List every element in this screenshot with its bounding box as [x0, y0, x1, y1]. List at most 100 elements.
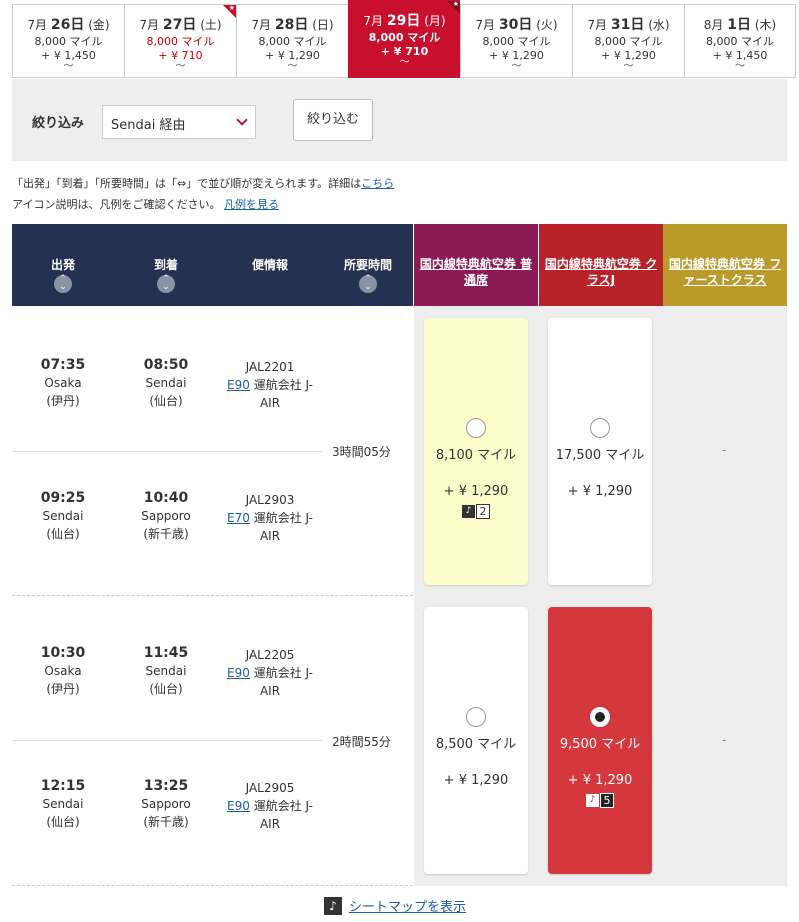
via-select[interactable]: Sendai 経由 [102, 105, 256, 139]
fare-card-economy[interactable]: 8,100 マイル + ¥ 1,290 ♪ 2 [424, 318, 528, 585]
date-day: 27日 [162, 17, 197, 33]
date-month: 7月 [251, 18, 272, 32]
fare-card-economy[interactable]: 8,500 マイル + ¥ 1,290 [424, 607, 528, 874]
duration-header: 所要時間 [343, 258, 392, 272]
first-class-unavailable: - [722, 443, 727, 457]
chevron-down-icon [236, 114, 248, 126]
flight-number: JAL2903 [245, 493, 295, 507]
fare-options: 8,100 マイル + ¥ 1,290 ♪ 2 17,500 マイル + ¥ 1,… [414, 306, 787, 596]
sort-duration-icon[interactable]: ⌃ ⌄ [359, 275, 377, 293]
date-tab[interactable]: 7月 30日 (火) 8,000 マイル + ¥ 1,290 ～ [460, 4, 572, 78]
arrival-airport: (仙台) [149, 394, 183, 408]
date-day: 1日 [727, 17, 751, 33]
date-month: 7月 [139, 18, 160, 32]
flight-number: JAL2201 [245, 360, 295, 374]
fare-card-class-j-selected[interactable]: 9,500 マイル + ¥ 1,290 ♪ 5 [548, 607, 652, 874]
via-select-value: Sendai 経由 [111, 118, 186, 133]
seat-count: 5 [600, 793, 614, 808]
date-tab-active[interactable]: ★ 7月 29日 (月) 8,000 マイル + ¥ 710 ～ [348, 0, 460, 78]
aircraft-link[interactable]: E90 [227, 799, 250, 813]
total-duration: 3時間05分 [332, 445, 391, 459]
departure-airport: (伊丹) [46, 394, 80, 408]
date-miles: 8,000 マイル [146, 35, 215, 48]
operator: 運航会社 J-AIR [253, 511, 313, 543]
fare-header-class-j[interactable]: 国内線特典航空券 クラスJ [539, 224, 663, 306]
arrival: 10:40 Sapporo (新千歳) [135, 489, 197, 543]
aircraft-link[interactable]: E90 [227, 666, 250, 680]
date-day: 29日 [386, 13, 421, 29]
sort-note: 「出発」「到着」「所要時間」は「⇔」で並び順が変えられます。詳細はこちら [12, 175, 394, 191]
details-link[interactable]: こちら [361, 177, 394, 190]
date-tab[interactable]: ★ 7月 27日 (土) 8,000 マイル + ¥ 710 ～ [124, 4, 236, 78]
date-tab[interactable]: 7月 28日 (日) 8,000 マイル + ¥ 1,290 ～ [236, 4, 348, 78]
aircraft-link[interactable]: E70 [227, 511, 250, 525]
fare-miles: 8,100 マイル [435, 448, 517, 463]
itinerary-row: 10:30 Osaka (伊丹) 11:45 Sendai (仙台) JAL22… [12, 596, 413, 886]
fare-card-class-j[interactable]: 17,500 マイル + ¥ 1,290 [548, 318, 652, 585]
fare-header-first[interactable]: 国内線特典航空券 ファーストクラス [663, 224, 787, 306]
flight-info: JAL2903 E70 運航会社 J-AIR [222, 491, 318, 545]
arrival: 11:45 Sendai (仙台) [135, 644, 197, 698]
arrival-time: 10:40 [143, 490, 189, 506]
flight-segment: 10:30 Osaka (伊丹) 11:45 Sendai (仙台) JAL22… [12, 596, 322, 736]
arrival-airport: (新千歳) [143, 527, 189, 541]
departure-city: Osaka [44, 376, 82, 390]
date-miles: 8,000 マイル [594, 35, 663, 48]
date-miles: 8,000 マイル [482, 35, 551, 48]
fare-header-economy[interactable]: 国内線特典航空券 普通席 [414, 224, 538, 306]
seat-count: 2 [476, 504, 490, 519]
date-tab[interactable]: 7月 31日 (水) 8,000 マイル + ¥ 1,290 ～ [572, 4, 684, 78]
date-day: 31日 [610, 17, 645, 33]
arrival-airport: (新千歳) [143, 815, 189, 829]
departure: 10:30 Osaka (伊丹) [32, 644, 94, 698]
sort-note-text: 「出発」「到着」「所要時間」は「⇔」で並び順が変えられます。詳細は [12, 177, 362, 190]
seatmap-link[interactable]: ♪ シートマップを表示 [324, 896, 466, 915]
flight-number: JAL2205 [245, 648, 295, 662]
seat-availability: ♪ 2 [462, 504, 490, 519]
seat-availability: ♪ 5 [586, 793, 614, 808]
fare-radio[interactable] [466, 418, 486, 438]
date-weekday: (火) [536, 18, 558, 32]
filter-button[interactable]: 絞り込む [293, 99, 373, 141]
date-weekday: (月) [424, 14, 446, 28]
fare-miles: 17,500 マイル [555, 448, 645, 463]
date-month: 8月 [703, 18, 724, 32]
operator: 運航会社 J-AIR [253, 666, 313, 698]
flight-info: JAL2201 E90 運航会社 J-AIR [222, 358, 318, 412]
date-tilde: ～ [735, 61, 745, 72]
departure-time: 10:30 [40, 645, 86, 661]
departure-city: Sendai [42, 509, 84, 523]
first-class-unavailable: - [722, 733, 727, 747]
departure-time: 12:15 [40, 778, 86, 794]
date-month: 7月 [27, 18, 48, 32]
date-tab[interactable]: 8月 1日 (木) 8,000 マイル + ¥ 1,450 ～ [684, 4, 796, 78]
fare-yen: + ¥ 1,290 [443, 773, 509, 788]
star-icon: ★ [447, 0, 460, 14]
date-weekday: (日) [312, 18, 334, 32]
fare-radio[interactable] [590, 418, 610, 438]
sort-depart-icon[interactable]: ⌃ ⌄ [54, 275, 72, 293]
arrive-header: 到着 [153, 258, 178, 272]
departure-city: Osaka [44, 664, 82, 678]
departure-city: Sendai [42, 797, 84, 811]
results-header: 出発 ⌃ ⌄ 到着 ⌃ ⌄ 便情報 所要時間 ⌃ ⌄ 国内線特典航空券 普通席 国内線… [12, 224, 787, 306]
date-month: 7月 [587, 18, 608, 32]
date-tilde: ～ [511, 61, 522, 72]
filter-label: 絞り込み [32, 116, 85, 131]
aircraft-link[interactable]: E90 [227, 378, 250, 392]
fare-radio[interactable] [466, 707, 486, 727]
sort-arrive-icon[interactable]: ⌃ ⌄ [157, 275, 175, 293]
arrival-city: Sapporo [141, 797, 191, 811]
fare-radio-selected[interactable] [590, 707, 610, 727]
flight-info: JAL2905 E90 運航会社 J-AIR [222, 779, 318, 833]
departure-airport: (仙台) [46, 815, 80, 829]
date-day: 26日 [50, 17, 85, 33]
star-icon: ★ [223, 4, 236, 18]
flight-segment: 09:25 Sendai (仙台) 10:40 Sapporo (新千歳) JA… [12, 451, 322, 591]
date-miles: 8,000 マイル [706, 35, 774, 48]
date-month: 7月 [475, 18, 496, 32]
filter-bar: 絞り込み Sendai 経由 絞り込む [12, 79, 787, 161]
legend-link[interactable]: 凡例を見る [224, 198, 279, 211]
date-tab[interactable]: 7月 26日 (金) 8,000 マイル + ¥ 1,450 ～ [12, 4, 124, 78]
arrival-airport: (仙台) [149, 682, 183, 696]
